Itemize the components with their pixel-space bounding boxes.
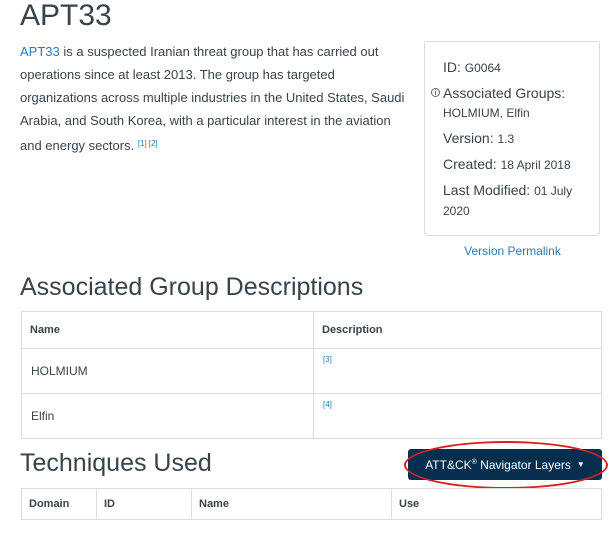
created-value: 18 April 2018 [500,158,571,172]
reference-list: [1] [2] [138,139,160,148]
associated-groups-row: i Associated Groups: HOLMIUM, Elfin [431,84,599,123]
description-cell: [4] [313,393,602,439]
id-row: ID: G0064 [443,58,599,78]
group-description: APT33 is a suspected Iranian threat grou… [20,40,412,157]
group-info-card: ID: G0064 i Associated Groups: HOLMIUM, … [424,41,600,236]
caret-down-icon: ▼ [576,460,585,469]
associated-groups-table: Name Description HOLMIUM [3] Elfin [4] [21,311,602,439]
page-title: APT33 [20,0,112,32]
version-permalink[interactable]: Version Permalink [424,244,601,258]
column-header-name[interactable]: Name [191,488,392,520]
created-row: Created: 18 April 2018 [443,155,599,175]
associated-group-descriptions-heading: Associated Group Descriptions [20,273,364,301]
column-header-description[interactable]: Description [313,311,602,349]
group-name-link[interactable]: APT33 [20,44,60,59]
column-header-name[interactable]: Name [21,311,314,349]
id-value: G0064 [464,61,501,75]
reference-link-1[interactable]: [1] [138,139,147,148]
last-modified-row: Last Modified: 01 July 2020 [443,181,599,221]
associated-groups-value: HOLMIUM, Elfin [443,106,530,120]
id-label: ID: [443,59,461,75]
version-value: 1.3 [497,132,515,146]
info-icon[interactable]: i [431,88,440,97]
group-name-cell: HOLMIUM [21,348,314,394]
version-label: Version: [443,130,494,146]
group-name-cell: Elfin [21,393,314,439]
column-header-domain[interactable]: Domain [21,488,97,520]
reference-link-3[interactable]: [3] [323,355,332,364]
associated-groups-label: Associated Groups: [443,85,566,101]
techniques-table: Domain ID Name Use [21,488,602,520]
table-header-row: Domain ID Name Use [21,488,602,520]
reference-link-4[interactable]: [4] [323,400,332,409]
column-header-id[interactable]: ID [96,488,192,520]
version-row: Version: 1.3 [443,129,599,149]
navigator-button-label: ATT&CK® Navigator Layers [425,457,571,472]
description-cell: [3] [313,348,602,394]
reference-link-2[interactable]: [2] [149,139,158,148]
table-row: HOLMIUM [3] [21,348,602,394]
column-header-use[interactable]: Use [391,488,602,520]
created-label: Created: [443,156,497,172]
last-modified-label: Last Modified: [443,182,531,198]
table-header-row: Name Description [21,311,602,349]
description-text: is a suspected Iranian threat group that… [20,44,405,153]
table-row: Elfin [4] [21,393,602,439]
navigator-layers-button[interactable]: ATT&CK® Navigator Layers ▼ [408,449,602,480]
techniques-used-heading: Techniques Used [20,449,212,477]
